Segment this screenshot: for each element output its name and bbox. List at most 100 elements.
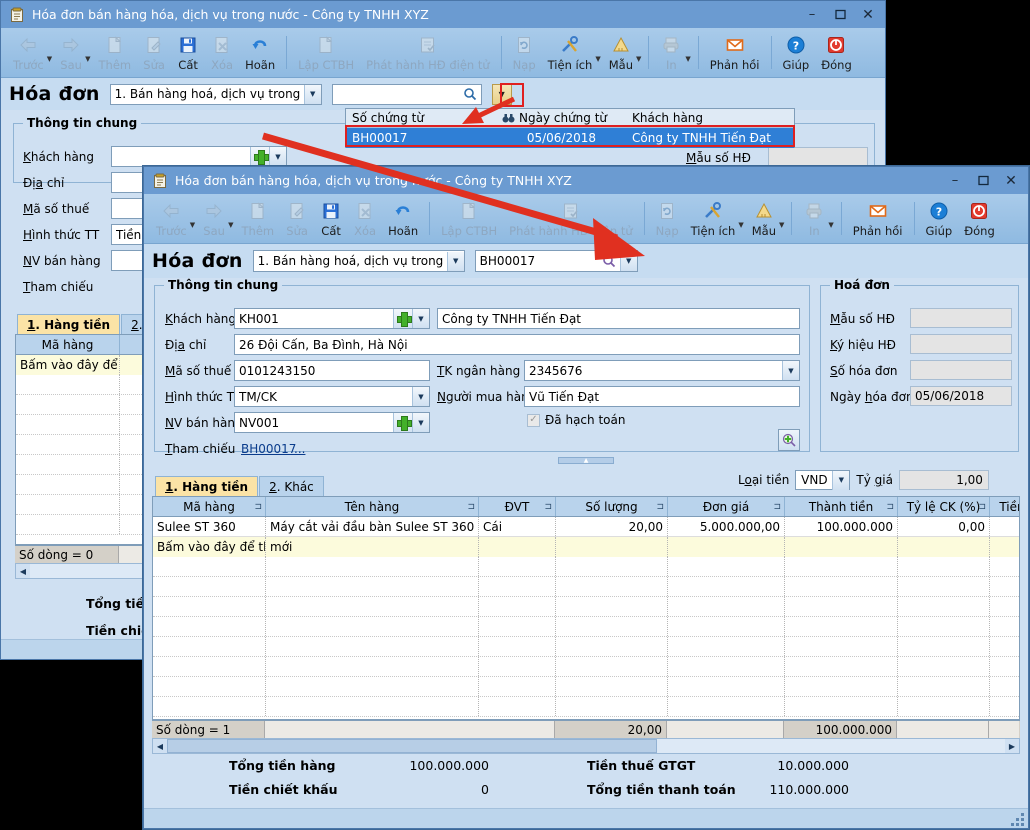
invoice-form-input[interactable] — [768, 147, 868, 166]
toolbar-button-n-p[interactable]: Nạp — [507, 30, 542, 77]
toolbar-button-c-t[interactable]: Cất — [314, 196, 348, 243]
toolbar-button-ph-t-h-nh-h-i-n-t[interactable]: Phát hành HĐ điện tử — [503, 196, 639, 243]
toolbar-button-th-m[interactable]: Thêm — [93, 30, 138, 77]
foreground-invoice-window[interactable]: Hóa đơn bán hàng hóa, dịch vụ trong nước… — [143, 166, 1029, 829]
toolbar-button-x-a[interactable]: Xóa — [348, 196, 382, 243]
currency-select[interactable]: VND ▼ — [795, 470, 851, 490]
pin-icon[interactable]: ⊐ — [978, 502, 986, 512]
background-window-titlebar[interactable]: Hóa đơn bán hàng hóa, dịch vụ trong nước… — [1, 1, 885, 28]
grid-col-4[interactable]: Đơn giá ⊐ — [668, 497, 785, 516]
toolbar-button-sau[interactable]: Sau — [54, 30, 88, 77]
toolbar-button-ho-n[interactable]: Hoãn — [382, 196, 424, 243]
chevron-down-icon[interactable]: ▼ — [412, 309, 429, 328]
chevron-down-icon[interactable]: ▼ — [303, 84, 321, 104]
cell-so-luong[interactable]: 20,00 — [556, 517, 668, 536]
panel-splitter[interactable]: ▲ — [144, 456, 1028, 465]
bank-account-input[interactable]: 2345676 ▼ — [524, 360, 800, 381]
grid-col-1[interactable]: Tên hàng ⊐ — [266, 497, 479, 516]
grid-empty-row[interactable] — [153, 597, 1019, 617]
chevron-down-icon[interactable]: ▼ — [269, 147, 286, 166]
document-search-input[interactable] — [331, 83, 482, 105]
buyer-input[interactable]: Vũ Tiến Đạt — [524, 386, 800, 407]
grid-empty-row[interactable] — [153, 697, 1019, 717]
document-search-dropdown-list[interactable]: Số chứng từ Ngày chứng từ Khách hàng BH0… — [345, 108, 795, 148]
close-button[interactable]: ✕ — [998, 170, 1024, 191]
grid-empty-row[interactable] — [16, 375, 144, 395]
toolbar-button-ti-n-ch[interactable]: Tiện ích — [685, 196, 742, 243]
grid-col-0[interactable]: Mã hàng ⊐ — [153, 497, 266, 516]
pin-icon[interactable]: ⊐ — [544, 502, 552, 512]
reference-link[interactable]: BH00017 — [241, 442, 296, 456]
address-input[interactable]: 26 Đội Cấn, Ba Đình, Hà Nội — [234, 334, 800, 355]
toolbar-button-tr-c[interactable]: Trước — [150, 196, 193, 243]
splitter-handle[interactable]: ▲ — [558, 457, 614, 464]
minimize-button[interactable]: – — [942, 170, 968, 191]
add-customer-button[interactable] — [250, 147, 269, 166]
cell-don-gia[interactable]: 5.000.000,00 — [668, 517, 785, 536]
pin-icon[interactable]: ⊐ — [656, 502, 664, 512]
grid-col-2[interactable]: ĐVT ⊐ — [479, 497, 556, 516]
chevron-down-icon[interactable]: ▼ — [832, 470, 850, 490]
grid-col-7[interactable]: Tiền — [990, 497, 1019, 516]
magnifier-icon[interactable] — [460, 87, 481, 101]
grid-empty-row[interactable] — [153, 617, 1019, 637]
toolbar-button-sau[interactable]: Sau — [197, 196, 231, 243]
invoice-number-input[interactable] — [910, 360, 1012, 380]
grid-horizontal-scrollbar[interactable]: ◀ ▶ — [152, 738, 1020, 754]
toolbar-button-c-t[interactable]: Cất — [171, 30, 205, 77]
customer-code-input[interactable]: KH001 ▼ — [234, 308, 430, 329]
customer-name-input[interactable]: Công ty TNHH Tiến Đạt — [437, 308, 800, 329]
resize-grip[interactable] — [1011, 813, 1024, 826]
invoice-symbol-input[interactable] — [910, 334, 1012, 354]
grid-empty-row[interactable] — [16, 395, 144, 415]
reference-more-link[interactable]: ... — [294, 442, 305, 456]
chevron-down-icon[interactable]: ▼ — [782, 361, 799, 380]
cell-tien-ck[interactable] — [990, 517, 1019, 536]
dropdown-col-khach-hang[interactable]: Khách hàng — [626, 109, 794, 127]
toolbar-button-m-u[interactable]: Mẫu — [746, 196, 782, 243]
foreground-toolbar[interactable]: Trước ▼ Sau ▼ Thêm Sửa Cất Xóa Hoãn Lập … — [144, 194, 1028, 244]
grid-empty-row[interactable] — [16, 475, 144, 495]
background-window-controls[interactable]: – ✕ — [799, 4, 881, 25]
invoice-type-select[interactable]: 1. Bán hàng hoá, dịch vụ trong nước ▼ — [252, 250, 465, 272]
cell-ten-hang[interactable]: Máy cắt vải đầu bàn Sulee ST 360 — [266, 517, 479, 536]
items-grid[interactable]: Mã hàng ⊐ Tên hàng ⊐ ĐVT ⊐ Số lượng ⊐ Đơn giá ⊐ Th… — [152, 496, 1020, 720]
grid-empty-row[interactable] — [16, 435, 144, 455]
dropdown-col-ngay-chung-tu[interactable]: Ngày chứng từ — [496, 109, 626, 127]
cell-dvt[interactable]: Cái — [479, 517, 556, 536]
invoice-type-select[interactable]: 1. Bán hàng hoá, dịch vụ trong nước ▼ — [109, 83, 322, 105]
pin-icon[interactable]: ⊐ — [773, 502, 781, 512]
toolbar-button-l-p-ctbh[interactable]: Lập CTBH — [292, 30, 360, 77]
grid-col-5[interactable]: Thành tiền ⊐ — [785, 497, 898, 516]
toolbar-button-th-m[interactable]: Thêm — [236, 196, 281, 243]
toolbar-button-gi-p[interactable]: ? Giúp — [920, 196, 959, 243]
toolbar-button-x-a[interactable]: Xóa — [205, 30, 239, 77]
toolbar-button-ti-n-ch[interactable]: Tiện ích — [542, 30, 599, 77]
background-grid-hscroll[interactable]: ◀ — [15, 563, 145, 579]
taxcode-input[interactable]: 0101243150 — [234, 360, 430, 381]
toolbar-button-ph-n-h-i[interactable]: Phản hồi — [847, 196, 909, 243]
cell-thanh-tien[interactable]: 100.000.000 — [785, 517, 898, 536]
invoice-date-input[interactable]: 05/06/2018 — [910, 386, 1012, 406]
maximize-button[interactable] — [970, 170, 996, 191]
scroll-thumb[interactable] — [167, 739, 657, 753]
dropdown-col-so-chung-tu[interactable]: Số chứng từ — [346, 109, 496, 127]
toolbar-button-gi-p[interactable]: ? Giúp — [777, 30, 816, 77]
document-search-dropdown-button[interactable]: ▼ — [491, 83, 512, 105]
grid-new-row[interactable]: Bấm vào đây để thêm mới — [153, 537, 1019, 557]
table-row[interactable]: Sulee ST 360 Máy cắt vải đầu bàn Sulee ST… — [153, 517, 1019, 537]
cell-ty-le-ck[interactable]: 0,00 — [898, 517, 990, 536]
payment-method-input[interactable]: TM/CK ▼ — [234, 386, 430, 407]
chevron-down-icon[interactable]: ▼ — [412, 413, 429, 432]
grid-empty-row[interactable] — [16, 515, 144, 535]
magnifier-icon[interactable] — [599, 254, 620, 268]
toolbar-button-in[interactable]: In — [654, 30, 688, 77]
document-search-input[interactable]: BH00017 ▼ — [474, 250, 638, 272]
add-customer-button[interactable] — [393, 309, 412, 328]
pin-icon[interactable]: ⊐ — [467, 502, 475, 512]
toolbar-button-s-a[interactable]: Sửa — [137, 30, 171, 77]
pin-icon[interactable]: ⊐ — [886, 502, 894, 512]
grid-col-3[interactable]: Số lượng ⊐ — [556, 497, 668, 516]
pin-icon[interactable]: ⊐ — [254, 502, 262, 512]
chevron-down-icon[interactable]: ▼ — [619, 251, 637, 271]
